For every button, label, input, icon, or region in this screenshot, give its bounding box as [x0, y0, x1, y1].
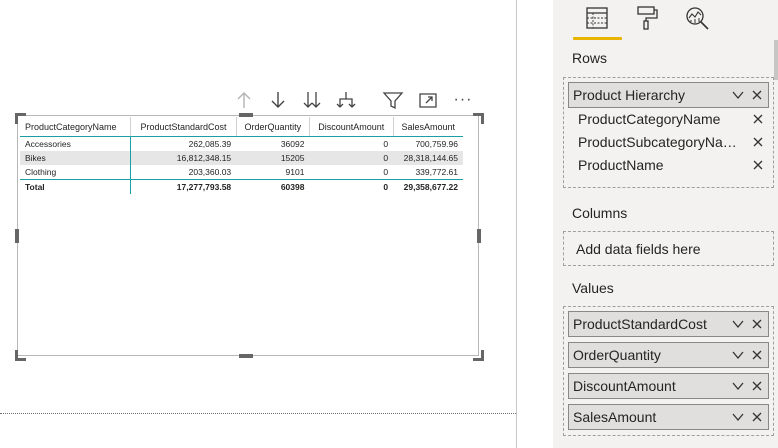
table-row: Bikes 16,812,348.15 15205 0 28,318,144.6… [20, 151, 463, 165]
quantity-cell: 36092 [280, 139, 305, 149]
resize-handle-bottom-left[interactable] [15, 350, 26, 361]
rows-well[interactable]: Product Hierarchy ProductCategoryName Pr… [563, 77, 774, 188]
sales-cell: 339,772.61 [415, 167, 458, 177]
column-header-productcategoryname[interactable]: ProductCategoryName [20, 117, 132, 137]
rows-level-item[interactable]: ProductCategoryName [578, 107, 772, 130]
visualizations-pane: Rows Product Hierarchy ProductCategoryNa… [553, 0, 778, 448]
chevron-down-icon[interactable] [730, 87, 746, 103]
resize-handle-bottom[interactable] [239, 354, 253, 358]
matrix-header-row: ProductCategoryName ProductStandardCost … [20, 117, 463, 137]
expand-all-levels-icon[interactable] [301, 89, 323, 111]
close-icon[interactable] [750, 111, 766, 127]
resize-handle-bottom-right[interactable] [473, 350, 484, 361]
cost-cell: 16,812,348.15 [130, 151, 237, 165]
matrix-table: ProductCategoryName ProductStandardCost … [20, 117, 463, 194]
chevron-down-icon[interactable] [730, 316, 746, 332]
discount-cell: 0 [309, 151, 394, 165]
close-icon[interactable] [749, 87, 765, 103]
focus-mode-icon[interactable] [417, 89, 439, 111]
rows-section-label: Rows [572, 50, 608, 66]
values-section-label: Values [572, 280, 614, 296]
cost-cell: 262,085.39 [188, 139, 232, 149]
close-icon[interactable] [750, 157, 766, 173]
drill-down-icon[interactable] [267, 89, 289, 111]
rows-level-item[interactable]: ProductSubcategoryNa… [578, 130, 772, 153]
total-label: Total [20, 179, 132, 194]
column-header-productstandardcost[interactable]: ProductStandardCost [130, 117, 237, 137]
total-discount-cell: 0 [309, 179, 394, 194]
filter-icon[interactable] [382, 89, 404, 111]
close-icon[interactable] [749, 378, 765, 394]
total-quantity-cell: 60398 [236, 179, 310, 194]
rows-level-label: ProductName [578, 156, 664, 173]
sales-cell: 28,318,144.65 [393, 151, 463, 165]
fields-tab-icon[interactable] [583, 4, 611, 32]
row-header-cell[interactable]: Bikes [20, 151, 132, 165]
column-header-salesamount[interactable]: SalesAmount [393, 117, 463, 137]
value-field-label: ProductStandardCost [573, 316, 707, 332]
columns-section-label: Columns [572, 205, 628, 221]
pane-scrollbar[interactable] [774, 40, 778, 80]
chevron-down-icon[interactable] [730, 347, 746, 363]
value-field-pill[interactable]: SalesAmount [568, 404, 769, 430]
column-header-discountamount[interactable]: DiscountAmount [309, 117, 394, 137]
total-sales-cell: 29,358,677.22 [393, 179, 463, 194]
analytics-tab-icon[interactable] [683, 4, 711, 32]
more-options-icon[interactable]: ··· [452, 89, 474, 111]
value-field-pill[interactable]: ProductStandardCost [568, 311, 769, 337]
rows-level-label: ProductSubcategoryNa… [578, 133, 737, 150]
value-field-pill[interactable]: DiscountAmount [568, 373, 769, 399]
columns-placeholder: Add data fields here [576, 241, 701, 257]
total-row: Total 17,277,793.58 60398 0 29,358,677.2… [20, 179, 463, 194]
close-icon[interactable] [749, 347, 765, 363]
total-cost-cell: 17,277,793.58 [130, 179, 237, 194]
rows-hierarchy-pill[interactable]: Product Hierarchy [568, 82, 769, 108]
sales-cell: 700,759.96 [415, 139, 458, 149]
values-well[interactable]: ProductStandardCost OrderQuantity Discou… [563, 306, 774, 436]
rows-level-label: ProductCategoryName [578, 110, 721, 127]
rows-level-item[interactable]: ProductName [578, 153, 772, 176]
close-icon[interactable] [750, 134, 766, 150]
row-header-cell[interactable]: Clothing [20, 165, 132, 180]
value-field-label: OrderQuantity [573, 347, 661, 363]
discount-cell: 0 [383, 167, 389, 177]
resize-handle-top-right[interactable] [473, 113, 484, 124]
value-field-pill[interactable]: OrderQuantity [568, 342, 769, 368]
column-header-orderquantity[interactable]: OrderQuantity [236, 117, 310, 137]
quantity-cell: 15205 [236, 151, 310, 165]
drill-up-icon[interactable] [233, 89, 255, 111]
resize-handle-left[interactable] [15, 229, 19, 243]
active-tab-indicator [573, 37, 622, 40]
cost-cell: 203,360.03 [188, 167, 232, 177]
rows-hierarchy-label: Product Hierarchy [573, 87, 686, 103]
value-field-label: SalesAmount [573, 409, 657, 425]
page-boundary [0, 413, 516, 414]
report-canvas[interactable]: ··· ProductCategoryName ProductStandardC… [0, 0, 516, 448]
value-field-label: DiscountAmount [573, 378, 676, 394]
chevron-down-icon[interactable] [730, 409, 746, 425]
quantity-cell: 9101 [285, 167, 305, 177]
close-icon[interactable] [749, 409, 765, 425]
table-row: Accessories 262,085.39 36092 0 700,759.9… [20, 136, 463, 151]
row-header-cell[interactable]: Accessories [20, 136, 132, 151]
close-icon[interactable] [749, 316, 765, 332]
collapsed-pane-strip [517, 0, 553, 448]
resize-handle-right[interactable] [477, 229, 481, 243]
discount-cell: 0 [383, 139, 389, 149]
table-row: Clothing 203,360.03 9101 0 339,772.61 [20, 165, 463, 180]
format-tab-icon[interactable] [633, 4, 661, 32]
chevron-down-icon[interactable] [730, 378, 746, 394]
columns-well[interactable]: Add data fields here [563, 231, 774, 266]
expand-next-level-icon[interactable] [335, 89, 357, 111]
